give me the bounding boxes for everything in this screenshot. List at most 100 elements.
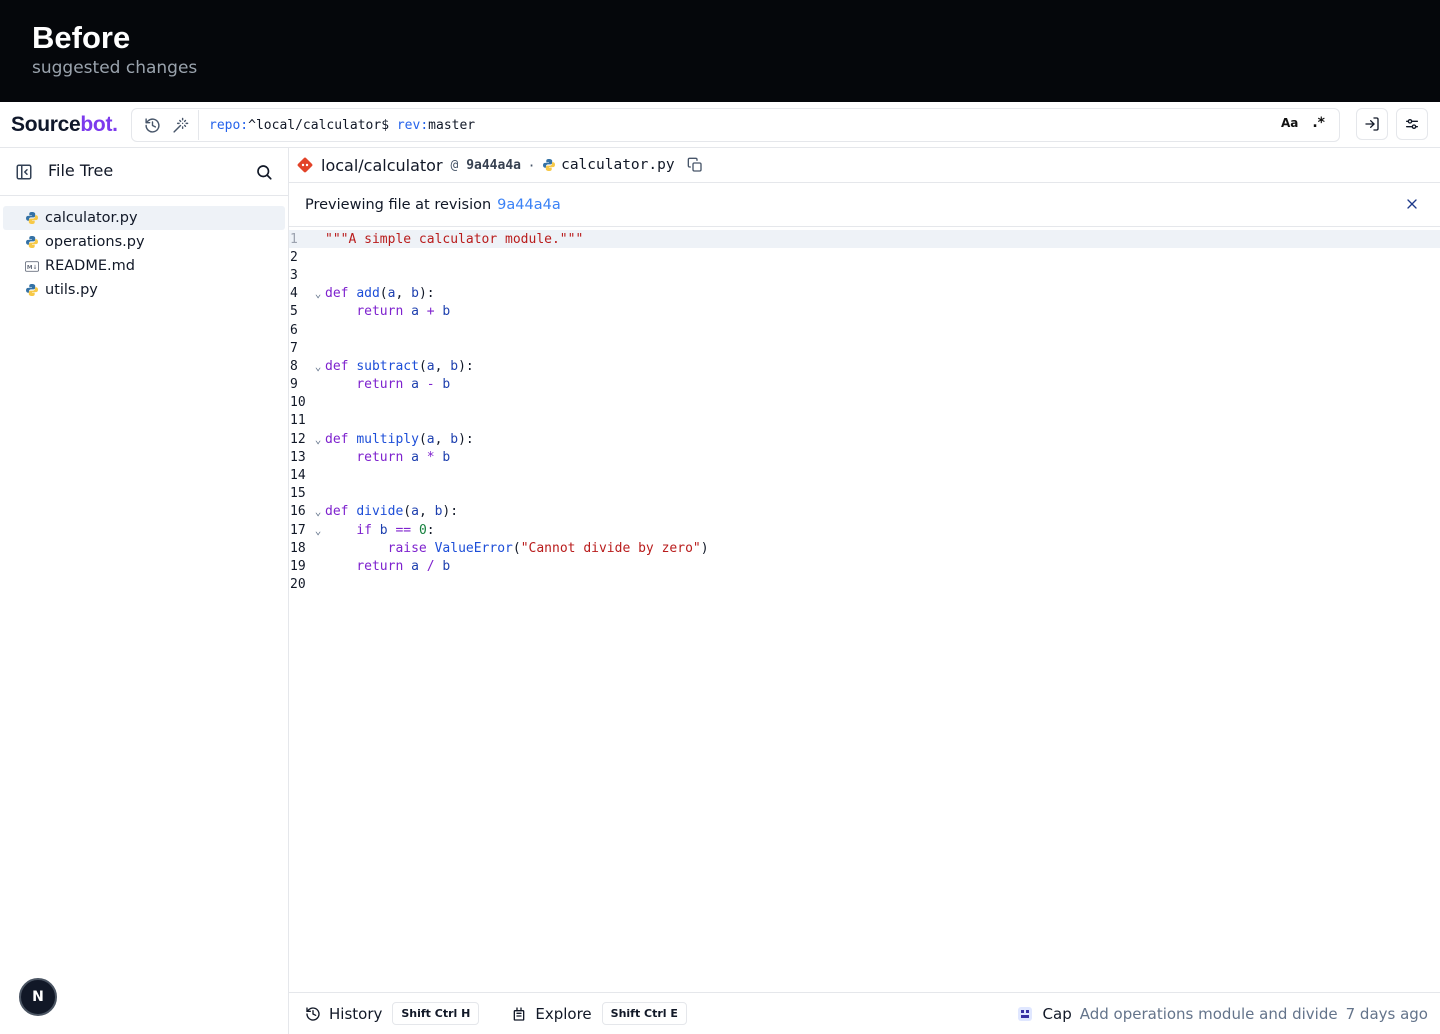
line-number[interactable]: 17 (289, 523, 311, 538)
explore-shortcut: Shift Ctrl E (601, 1002, 687, 1025)
revision-hash: 9a44a4a (466, 157, 521, 173)
code-line: 7 (289, 339, 1440, 357)
file-tree-item[interactable]: calculator.py (3, 206, 285, 230)
sourcebot-logo[interactable]: Sourcebot. (11, 113, 131, 137)
banner: Before suggested changes (0, 0, 1440, 102)
search-toggles: Aa .* (1281, 115, 1325, 131)
code-line: 19 return a / b (289, 557, 1440, 575)
file-tree-item[interactable]: operations.py (3, 230, 285, 254)
file-tree-title: File Tree (48, 161, 114, 180)
code-line: 15 (289, 485, 1440, 503)
code-line: 16 ⌄ def divide(a, b): (289, 503, 1440, 521)
code-line: 8 ⌄ def subtract(a, b): (289, 357, 1440, 375)
settings-sliders-icon (1406, 119, 1418, 129)
revision-label[interactable]: @ 9a44a4a (451, 158, 521, 173)
line-number[interactable]: 13 (289, 450, 311, 465)
file-list: calculator.py operations.py M↓ README.md uti… (0, 196, 288, 302)
file-name-label: utils.py (45, 282, 98, 298)
case-sensitive-toggle[interactable]: Aa (1281, 116, 1298, 130)
logo-text: Source (11, 112, 81, 136)
revision-prefix: @ (450, 157, 467, 173)
line-number[interactable]: 10 (289, 395, 311, 410)
fold-chevron-icon[interactable]: ⌄ (311, 505, 325, 518)
top-bar: Sourcebot. repo:^local/calculator$ rev:m… (0, 102, 1440, 148)
revision-preview-notice: Previewing file at revision 9a44a4a (289, 183, 1440, 227)
line-number[interactable]: 20 (289, 577, 311, 592)
code-line: 20 (289, 576, 1440, 594)
code-text: def add(a, b): (325, 286, 435, 302)
file-name-label: calculator.py (45, 210, 138, 226)
file-name-label: README.md (45, 258, 135, 274)
code-line: 10 (289, 394, 1440, 412)
close-icon[interactable] (1404, 196, 1420, 212)
line-number[interactable]: 19 (289, 559, 311, 574)
magic-wand-icon[interactable] (166, 109, 194, 141)
line-number[interactable]: 11 (289, 413, 311, 428)
line-number[interactable]: 12 (289, 432, 311, 447)
git-icon (297, 157, 313, 173)
code-line: 5 return a + b (289, 303, 1440, 321)
fold-chevron-icon[interactable]: ⌄ (311, 287, 325, 300)
code-text: return a + b (356, 304, 451, 320)
python-icon (543, 159, 556, 171)
line-number[interactable]: 6 (289, 323, 311, 338)
query-rev-value: master (428, 117, 476, 133)
line-number[interactable]: 8 (289, 359, 311, 374)
fold-chevron-icon[interactable]: ⌄ (311, 433, 325, 446)
code-text: return a * b (356, 449, 451, 465)
line-number[interactable]: 16 (289, 504, 311, 519)
search-icon[interactable] (255, 163, 273, 181)
line-number[interactable]: 9 (289, 377, 311, 392)
settings-button[interactable] (1396, 108, 1428, 140)
line-number[interactable]: 4 (289, 286, 311, 301)
copy-icon[interactable] (687, 157, 703, 173)
search-query[interactable]: repo:^local/calculator$ rev:master (209, 118, 475, 133)
python-icon (25, 235, 39, 249)
file-viewer: local/calculator @ 9a44a4a · calculator.… (289, 148, 1440, 1034)
file-tree-item[interactable]: utils.py (3, 278, 285, 302)
code-line: 9 return a - b (289, 376, 1440, 394)
breadcrumb: local/calculator @ 9a44a4a · calculator.… (289, 148, 1440, 183)
fold-chevron-icon[interactable]: ⌄ (311, 524, 325, 537)
sign-in-button[interactable] (1356, 108, 1388, 140)
line-number[interactable]: 3 (289, 268, 311, 283)
history-shortcut: Shift Ctrl H (392, 1002, 480, 1025)
query-repo-key: repo: (209, 117, 249, 133)
commit-time: 7 days ago (1345, 1005, 1428, 1023)
collapse-panel-icon[interactable] (15, 163, 33, 181)
line-number[interactable]: 14 (289, 468, 311, 483)
python-icon (25, 283, 39, 297)
revision-link[interactable]: 9a44a4a (497, 197, 561, 213)
line-number[interactable]: 5 (289, 304, 311, 319)
code-text: return a - b (356, 377, 451, 393)
python-icon (25, 211, 39, 225)
line-number[interactable]: 7 (289, 341, 311, 356)
fold-chevron-icon[interactable]: ⌄ (311, 360, 325, 373)
svg-text:M↓: M↓ (27, 263, 37, 270)
regex-toggle[interactable]: .* (1312, 115, 1325, 131)
commit-author: Cap (1042, 1005, 1072, 1023)
line-number[interactable]: 2 (289, 250, 311, 265)
code-line: 14 (289, 466, 1440, 484)
file-name: calculator.py (561, 157, 675, 173)
line-number[interactable]: 18 (289, 541, 311, 556)
code-text: raise ValueError("Cannot divide by zero"… (387, 540, 709, 556)
history-icon[interactable] (138, 109, 166, 141)
repo-name[interactable]: local/calculator (321, 156, 443, 175)
search-bar[interactable]: repo:^local/calculator$ rev:master Aa .* (131, 108, 1340, 142)
markdown-icon: M↓ (25, 259, 39, 273)
line-number[interactable]: 1 (289, 232, 311, 247)
explore-label: Explore (535, 1004, 592, 1023)
explore-icon (514, 1006, 525, 1021)
explore-button[interactable]: Explore Shift Ctrl E (511, 1002, 687, 1025)
code-line: 4 ⌄ def add(a, b): (289, 285, 1440, 303)
file-tree-item[interactable]: M↓ README.md (3, 254, 285, 278)
last-commit-info[interactable]: Cap Add operations module and divide 7 d… (1017, 1005, 1428, 1023)
history-button[interactable]: History Shift Ctrl H (305, 1002, 480, 1025)
logo-text-accent: bot. (80, 112, 118, 136)
query-rev-key: rev: (396, 117, 429, 133)
code-view[interactable]: 1 """A simple calculator module.""" 2 3 4 ⌄ de… (289, 227, 1440, 594)
avatar[interactable]: N (19, 978, 57, 1016)
line-number[interactable]: 15 (289, 486, 311, 501)
commit-author-avatar-icon (1017, 1007, 1032, 1021)
